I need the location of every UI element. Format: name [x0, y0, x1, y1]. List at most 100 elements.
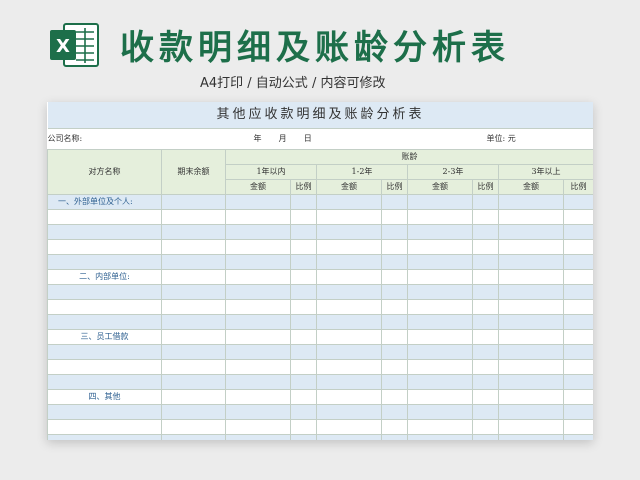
- data-cell[interactable]: [407, 374, 473, 390]
- data-cell[interactable]: [498, 269, 564, 285]
- data-cell[interactable]: [562, 374, 593, 390]
- data-cell[interactable]: [161, 254, 226, 270]
- data-cell[interactable]: [161, 224, 226, 240]
- data-cell[interactable]: [316, 314, 382, 330]
- data-cell[interactable]: [498, 209, 564, 225]
- data-cell[interactable]: [498, 389, 564, 405]
- data-cell[interactable]: [290, 314, 317, 330]
- data-cell[interactable]: [381, 389, 408, 405]
- data-cell[interactable]: [562, 254, 593, 270]
- data-cell[interactable]: [472, 224, 499, 240]
- data-cell[interactable]: [225, 389, 291, 405]
- data-cell[interactable]: [381, 299, 408, 315]
- data-cell[interactable]: [381, 314, 408, 330]
- data-cell[interactable]: [161, 314, 226, 330]
- name-cell[interactable]: [47, 224, 162, 240]
- data-cell[interactable]: [562, 344, 593, 360]
- data-cell[interactable]: [316, 239, 382, 255]
- data-cell[interactable]: [472, 254, 499, 270]
- data-cell[interactable]: [290, 344, 317, 360]
- data-cell[interactable]: [472, 299, 499, 315]
- data-cell[interactable]: [225, 194, 291, 210]
- data-cell[interactable]: [562, 224, 593, 240]
- data-cell[interactable]: [290, 284, 317, 300]
- data-cell[interactable]: [498, 344, 564, 360]
- data-cell[interactable]: [225, 314, 291, 330]
- data-cell[interactable]: [407, 389, 473, 405]
- data-cell[interactable]: [472, 419, 499, 435]
- data-cell[interactable]: [316, 254, 382, 270]
- data-cell[interactable]: [472, 194, 499, 210]
- data-cell[interactable]: [562, 359, 593, 375]
- data-cell[interactable]: [562, 389, 593, 405]
- data-cell[interactable]: [316, 299, 382, 315]
- data-cell[interactable]: [472, 344, 499, 360]
- data-cell[interactable]: [290, 239, 317, 255]
- data-cell[interactable]: [161, 329, 226, 345]
- data-cell[interactable]: [562, 329, 593, 345]
- data-cell[interactable]: [407, 404, 473, 420]
- data-cell[interactable]: [316, 209, 382, 225]
- data-cell[interactable]: [161, 209, 226, 225]
- data-cell[interactable]: [290, 434, 317, 440]
- data-cell[interactable]: [407, 299, 473, 315]
- data-cell[interactable]: [472, 284, 499, 300]
- data-cell[interactable]: [381, 224, 408, 240]
- data-cell[interactable]: [225, 344, 291, 360]
- section-label[interactable]: 三、员工借款: [47, 329, 162, 345]
- data-cell[interactable]: [472, 239, 499, 255]
- data-cell[interactable]: [381, 359, 408, 375]
- data-cell[interactable]: [316, 269, 382, 285]
- name-cell[interactable]: [47, 404, 162, 420]
- data-cell[interactable]: [290, 299, 317, 315]
- data-cell[interactable]: [498, 329, 564, 345]
- data-cell[interactable]: [316, 419, 382, 435]
- data-cell[interactable]: [562, 239, 593, 255]
- data-cell[interactable]: [381, 329, 408, 345]
- data-cell[interactable]: [498, 404, 564, 420]
- data-cell[interactable]: [290, 254, 317, 270]
- data-cell[interactable]: [316, 374, 382, 390]
- data-cell[interactable]: [316, 284, 382, 300]
- data-cell[interactable]: [161, 389, 226, 405]
- data-cell[interactable]: [225, 329, 291, 345]
- data-cell[interactable]: [562, 284, 593, 300]
- data-cell[interactable]: [407, 284, 473, 300]
- data-cell[interactable]: [498, 419, 564, 435]
- data-cell[interactable]: [225, 404, 291, 420]
- data-cell[interactable]: [316, 434, 382, 440]
- name-cell[interactable]: [47, 419, 162, 435]
- data-cell[interactable]: [407, 329, 473, 345]
- data-cell[interactable]: [290, 419, 317, 435]
- data-cell[interactable]: [161, 344, 226, 360]
- data-cell[interactable]: [316, 359, 382, 375]
- data-cell[interactable]: [381, 254, 408, 270]
- data-cell[interactable]: [381, 284, 408, 300]
- data-cell[interactable]: [407, 194, 473, 210]
- data-cell[interactable]: [381, 209, 408, 225]
- data-cell[interactable]: [225, 299, 291, 315]
- data-cell[interactable]: [381, 344, 408, 360]
- data-cell[interactable]: [290, 359, 317, 375]
- name-cell[interactable]: [47, 209, 162, 225]
- data-cell[interactable]: [316, 344, 382, 360]
- name-cell[interactable]: [47, 284, 162, 300]
- data-cell[interactable]: [498, 194, 564, 210]
- data-cell[interactable]: [290, 209, 317, 225]
- name-cell[interactable]: [47, 374, 162, 390]
- data-cell[interactable]: [407, 419, 473, 435]
- data-cell[interactable]: [381, 374, 408, 390]
- data-cell[interactable]: [562, 419, 593, 435]
- data-cell[interactable]: [562, 434, 593, 440]
- data-cell[interactable]: [562, 404, 593, 420]
- data-cell[interactable]: [225, 209, 291, 225]
- data-cell[interactable]: [161, 194, 226, 210]
- data-cell[interactable]: [407, 254, 473, 270]
- data-cell[interactable]: [290, 329, 317, 345]
- data-cell[interactable]: [407, 434, 473, 440]
- data-cell[interactable]: [316, 224, 382, 240]
- data-cell[interactable]: [290, 389, 317, 405]
- data-cell[interactable]: [498, 374, 564, 390]
- data-cell[interactable]: [381, 194, 408, 210]
- data-cell[interactable]: [472, 329, 499, 345]
